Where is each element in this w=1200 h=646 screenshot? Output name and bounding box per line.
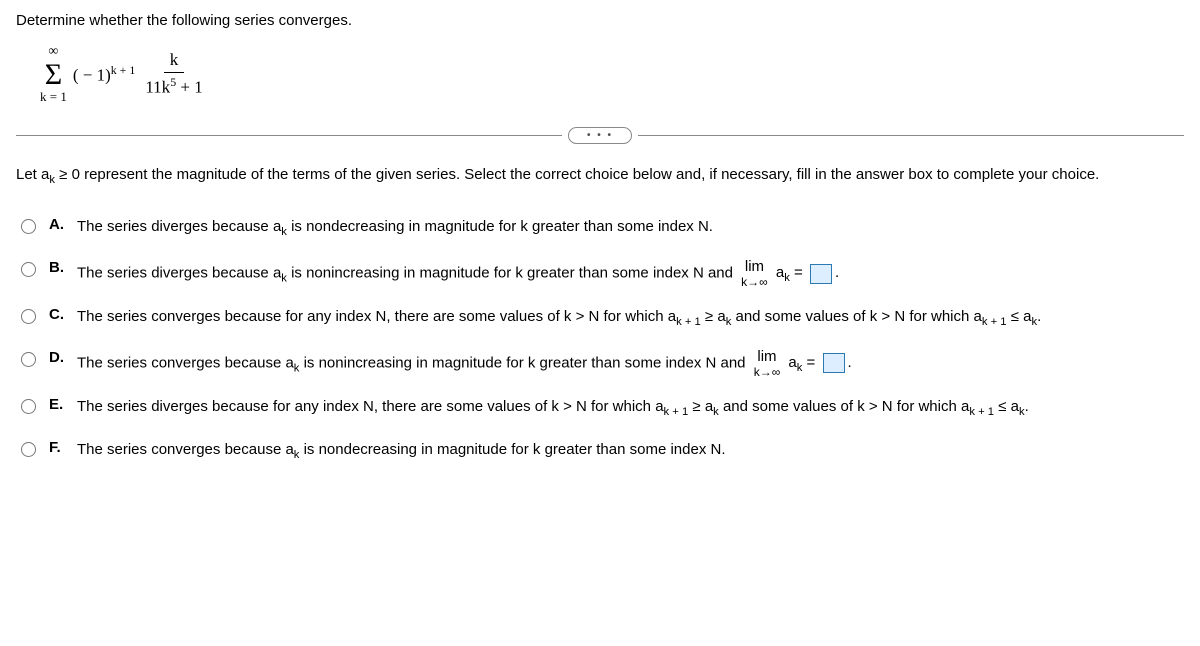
series-coefficient: ( − 1)k + 1: [73, 63, 135, 86]
choice-b-limit: lim k→∞: [741, 259, 768, 288]
choice-f[interactable]: F. The series converges because ak is no…: [16, 439, 1184, 464]
choice-c-t1: The series converges because for any ind…: [77, 308, 676, 325]
lim-top-d: lim: [757, 349, 776, 364]
choice-e-t3: and some values of k > N for which a: [719, 398, 970, 415]
choice-f-text: The series converges because ak is nonde…: [77, 439, 726, 464]
lim-top: lim: [745, 259, 764, 274]
choice-a-text: The series diverges because ak is nondec…: [77, 216, 713, 241]
choice-c-t4: ≤ a: [1007, 308, 1032, 325]
choice-d-label: D.: [49, 349, 67, 366]
expand-button[interactable]: • • •: [568, 127, 632, 144]
choice-d-answer-box[interactable]: [823, 353, 845, 373]
choice-f-radio[interactable]: [21, 442, 36, 457]
coeff-exponent: k + 1: [111, 63, 136, 77]
instruction-post: ≥ 0 represent the magnitude of the terms…: [55, 166, 1099, 183]
divider-line-left: [16, 135, 562, 136]
choice-e-t4: ≤ a: [994, 398, 1019, 415]
choice-c-sub1: k + 1: [676, 316, 701, 328]
choice-b-t2: is nonincreasing in magnitude for k grea…: [287, 264, 737, 281]
instruction-text: Let ak ≥ 0 represent the magnitude of th…: [16, 162, 1184, 190]
choice-e-text: The series diverges because for any inde…: [77, 396, 1029, 421]
question-prompt: Determine whether the following series c…: [16, 12, 1184, 29]
choice-b-ak-base: a: [776, 264, 784, 281]
choice-b[interactable]: B. The series diverges because ak is non…: [16, 259, 1184, 288]
choice-b-radio[interactable]: [21, 262, 36, 277]
choice-b-answer-box[interactable]: [810, 264, 832, 284]
fraction-denominator: 11k5 + 1: [139, 73, 208, 98]
choice-e-t2: ≥ a: [688, 398, 713, 415]
choice-f-t1: The series converges because a: [77, 441, 294, 458]
choice-c-radio[interactable]: [21, 309, 36, 324]
choice-d-ak-base: a: [788, 354, 796, 371]
choice-a-t1: The series diverges because a: [77, 218, 281, 235]
choice-d-text: The series converges because ak is nonin…: [77, 349, 852, 378]
choice-b-label: B.: [49, 259, 67, 276]
sigma-upper-bound: ∞: [48, 45, 58, 59]
choice-e-t1: The series diverges because for any inde…: [77, 398, 664, 415]
answer-choices: A. The series diverges because ak is non…: [16, 216, 1184, 464]
choice-a-label: A.: [49, 216, 67, 233]
denom-post: + 1: [176, 78, 203, 97]
choice-c-t5: .: [1037, 308, 1041, 325]
lim-bottom-d: k→∞: [754, 366, 781, 378]
coeff-base: ( − 1): [73, 65, 111, 84]
choice-e-t5: .: [1025, 398, 1029, 415]
sigma-symbol: Σ: [45, 61, 62, 88]
choice-f-t2: is nondecreasing in magnitude for k grea…: [299, 441, 725, 458]
choice-c-text: The series converges because for any ind…: [77, 306, 1041, 331]
choice-c-sub3: k + 1: [982, 316, 1007, 328]
choice-c[interactable]: C. The series converges because for any …: [16, 306, 1184, 331]
sigma-block: ∞ Σ k = 1: [40, 45, 67, 103]
choice-e-label: E.: [49, 396, 67, 413]
choice-d-period: .: [848, 354, 852, 371]
choice-d-t2: is nonincreasing in magnitude for k grea…: [299, 354, 749, 371]
choice-d-radio[interactable]: [21, 352, 36, 367]
choice-b-period: .: [835, 264, 839, 281]
instruction-pre: Let a: [16, 166, 49, 183]
choice-c-label: C.: [49, 306, 67, 323]
choice-b-text: The series diverges because ak is noninc…: [77, 259, 839, 288]
denom-pre: 11k: [145, 78, 170, 97]
choice-f-label: F.: [49, 439, 67, 456]
choice-d[interactable]: D. The series converges because ak is no…: [16, 349, 1184, 378]
choice-d-limit: lim k→∞: [754, 349, 781, 378]
choice-e-radio[interactable]: [21, 399, 36, 414]
series-expression: ∞ Σ k = 1 ( − 1)k + 1 k 11k5 + 1: [40, 45, 1184, 103]
choice-d-eq: =: [802, 354, 815, 371]
choice-a-radio[interactable]: [21, 219, 36, 234]
choice-a[interactable]: A. The series diverges because ak is non…: [16, 216, 1184, 241]
choice-b-eq: =: [790, 264, 803, 281]
choice-c-t3: and some values of k > N for which a: [731, 308, 982, 325]
choice-e-sub3: k + 1: [969, 406, 994, 418]
choice-d-t1: The series converges because a: [77, 354, 294, 371]
choice-c-t2: ≥ a: [701, 308, 726, 325]
divider-line-right: [638, 135, 1184, 136]
sigma-lower-bound: k = 1: [40, 90, 67, 103]
section-divider: • • •: [16, 127, 1184, 144]
choice-a-t2: is nondecreasing in magnitude for k grea…: [287, 218, 713, 235]
choice-e[interactable]: E. The series diverges because for any i…: [16, 396, 1184, 421]
fraction-numerator: k: [164, 50, 185, 73]
choice-e-sub1: k + 1: [664, 406, 689, 418]
choice-b-t1: The series diverges because a: [77, 264, 281, 281]
series-fraction: k 11k5 + 1: [139, 50, 208, 98]
lim-bottom: k→∞: [741, 276, 768, 288]
